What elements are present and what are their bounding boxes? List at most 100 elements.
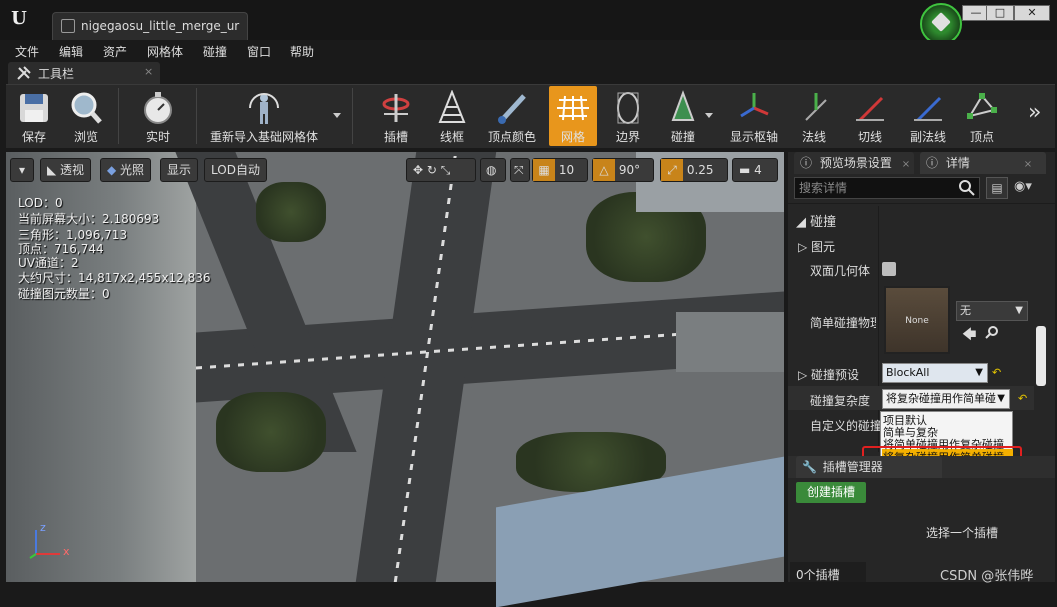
chevron-down-icon: ▾: [18, 163, 26, 177]
collision-button[interactable]: 碰撞: [658, 86, 708, 146]
unreal-logo-icon: U: [11, 8, 27, 29]
grid-icon: [557, 95, 589, 121]
toolbar-separator: [196, 88, 197, 144]
perspective-button[interactable]: ◣ 透视: [40, 158, 92, 182]
surface-snap-icon[interactable]: ⤧: [510, 158, 530, 182]
rotate-icon: ↻: [426, 163, 437, 177]
viewport-options-button[interactable]: ▾: [10, 158, 34, 182]
axis-z-label: z: [40, 521, 46, 534]
chevron-down-icon: ▼: [997, 393, 1005, 404]
wireframe-button[interactable]: 线框: [426, 86, 478, 146]
stat-collision-prims: 碰撞图元数量：0: [18, 287, 110, 301]
toolbar-tab-close[interactable]: ×: [144, 65, 153, 78]
menu-edit[interactable]: 编辑: [59, 43, 83, 60]
chevron-down-icon: ▼: [975, 367, 983, 378]
collision-section-header[interactable]: ◢ 碰撞: [796, 211, 836, 230]
realtime-button[interactable]: 实时: [132, 86, 184, 146]
binormals-button[interactable]: 副法线: [902, 86, 954, 146]
eye-view-options-icon[interactable]: ◉▾: [1014, 179, 1048, 194]
axis-gizmo-icon: [29, 530, 60, 559]
create-socket-button[interactable]: 创建插槽: [796, 482, 866, 503]
custom-collision-label: 自定义的碰撞: [810, 419, 883, 433]
menu-mesh[interactable]: 网格体: [147, 43, 183, 60]
search-icon[interactable]: [958, 179, 976, 197]
close-button[interactable]: ✕: [1014, 5, 1050, 21]
reimport-mannequin-icon: [249, 93, 279, 124]
save-button[interactable]: 保存: [10, 86, 58, 146]
tangents-button[interactable]: 切线: [846, 86, 894, 146]
tab-close-icon[interactable]: ×: [902, 159, 910, 170]
tab-details[interactable]: ⓘ 详情 ×: [920, 152, 1046, 174]
property-matrix-icon[interactable]: ▤: [986, 177, 1008, 199]
collision-complexity-combo[interactable]: 将复杂碰撞用作简单碰 ▼: [882, 389, 1010, 409]
grid-button[interactable]: 网格: [549, 86, 597, 146]
menu-collision[interactable]: 碰撞: [203, 43, 227, 60]
primitives-row[interactable]: ▷ 图元: [798, 238, 835, 255]
vertices-button[interactable]: 顶点: [958, 86, 1006, 146]
toolbar-separator: [352, 88, 353, 144]
sockets-button[interactable]: 插槽: [370, 86, 422, 146]
bounds-button[interactable]: 边界: [604, 86, 652, 146]
collision-presets-combo[interactable]: BlockAll ▼: [882, 363, 988, 383]
grid-snap[interactable]: ▦ 10: [532, 158, 588, 182]
collision-dropdown-icon[interactable]: [704, 112, 714, 120]
scale-snap[interactable]: ⤢ 0.25: [660, 158, 728, 182]
lit-button[interactable]: ◆ 光照: [100, 158, 152, 182]
feedback-icon[interactable]: [920, 3, 962, 45]
show-button[interactable]: 显示: [160, 158, 199, 182]
menu-window[interactable]: 窗口: [247, 43, 271, 60]
vertex-color-button[interactable]: 顶点颜色: [482, 86, 542, 146]
browse-search-icon[interactable]: [985, 325, 999, 339]
tab-close-icon[interactable]: ×: [1024, 159, 1032, 170]
rotation-snap[interactable]: △ 90°: [592, 158, 654, 182]
bounds-icon: [617, 92, 639, 124]
transform-tools[interactable]: ✥ ↻ ⤡: [406, 158, 476, 182]
wireframe-icon: [438, 90, 466, 123]
column-divider: [878, 206, 879, 452]
divider: [788, 203, 1055, 204]
reset-to-default-icon[interactable]: ↶: [992, 366, 1001, 379]
collapsed-arrow-icon: ▷: [798, 368, 812, 382]
menu-bar: 文件 编辑 资产 网格体 碰撞 窗口 帮助: [0, 40, 1057, 62]
maximize-button[interactable]: □: [986, 5, 1014, 21]
show-pivot-button[interactable]: 显示枢轴: [724, 86, 784, 146]
collapsed-arrow-icon: ▷: [798, 240, 812, 254]
camera-speed[interactable]: ▬ 4: [732, 158, 778, 182]
vertices-icon: [967, 93, 997, 119]
document-tab[interactable]: nigegaosu_little_merge_ur: [52, 12, 248, 40]
simple-physmat-label: 简单碰撞物理材: [810, 316, 876, 330]
use-selected-arrow-icon[interactable]: 🡄: [962, 324, 976, 348]
details-search-input[interactable]: 搜索详情: [794, 177, 980, 199]
world-local-icon[interactable]: ◍: [480, 158, 506, 182]
expand-arrow-icon: ◢: [796, 215, 811, 230]
toolbar-tab[interactable]: 工具栏 ×: [8, 62, 160, 84]
menu-file[interactable]: 文件: [15, 43, 39, 60]
physmat-thumbnail[interactable]: None: [884, 286, 950, 354]
chevron-down-icon: ▼: [1015, 305, 1023, 316]
pivot-icon: [740, 93, 769, 118]
normals-button[interactable]: 法线: [792, 86, 836, 146]
double-sided-checkbox[interactable]: [882, 262, 896, 276]
stopwatch-icon: [144, 92, 172, 124]
watermark: CSDN @张伟晔: [940, 569, 1034, 584]
angle-snap-icon: △: [593, 159, 615, 181]
menu-asset[interactable]: 资产: [103, 43, 127, 60]
physmat-combo[interactable]: 无 ▼: [956, 301, 1028, 321]
brush-icon: [498, 94, 526, 124]
tab-socket-manager[interactable]: 🔧 插槽管理器: [796, 456, 942, 478]
socket-icon: [382, 94, 410, 122]
reimport-button[interactable]: 重新导入基础网格体: [204, 86, 324, 146]
lod-button[interactable]: LOD自动: [204, 158, 267, 182]
menu-help[interactable]: 帮助: [290, 43, 314, 60]
tab-preview-scene-settings[interactable]: ⓘ 预览场景设置 ×: [794, 152, 914, 174]
toolbar-overflow-icon[interactable]: »: [1028, 100, 1041, 125]
stat-lod: LOD：0: [18, 196, 63, 210]
tangents-icon: [856, 96, 884, 122]
axis-x-label: x: [63, 545, 70, 558]
binormals-icon: [914, 96, 942, 122]
browse-button[interactable]: 浏览: [62, 86, 110, 146]
reset-to-default-icon[interactable]: ↶: [1018, 392, 1027, 405]
details-scrollbar[interactable]: [1036, 326, 1046, 386]
reimport-dropdown-icon[interactable]: [332, 112, 342, 120]
collision-complexity-label: 碰撞复杂度: [810, 394, 871, 408]
